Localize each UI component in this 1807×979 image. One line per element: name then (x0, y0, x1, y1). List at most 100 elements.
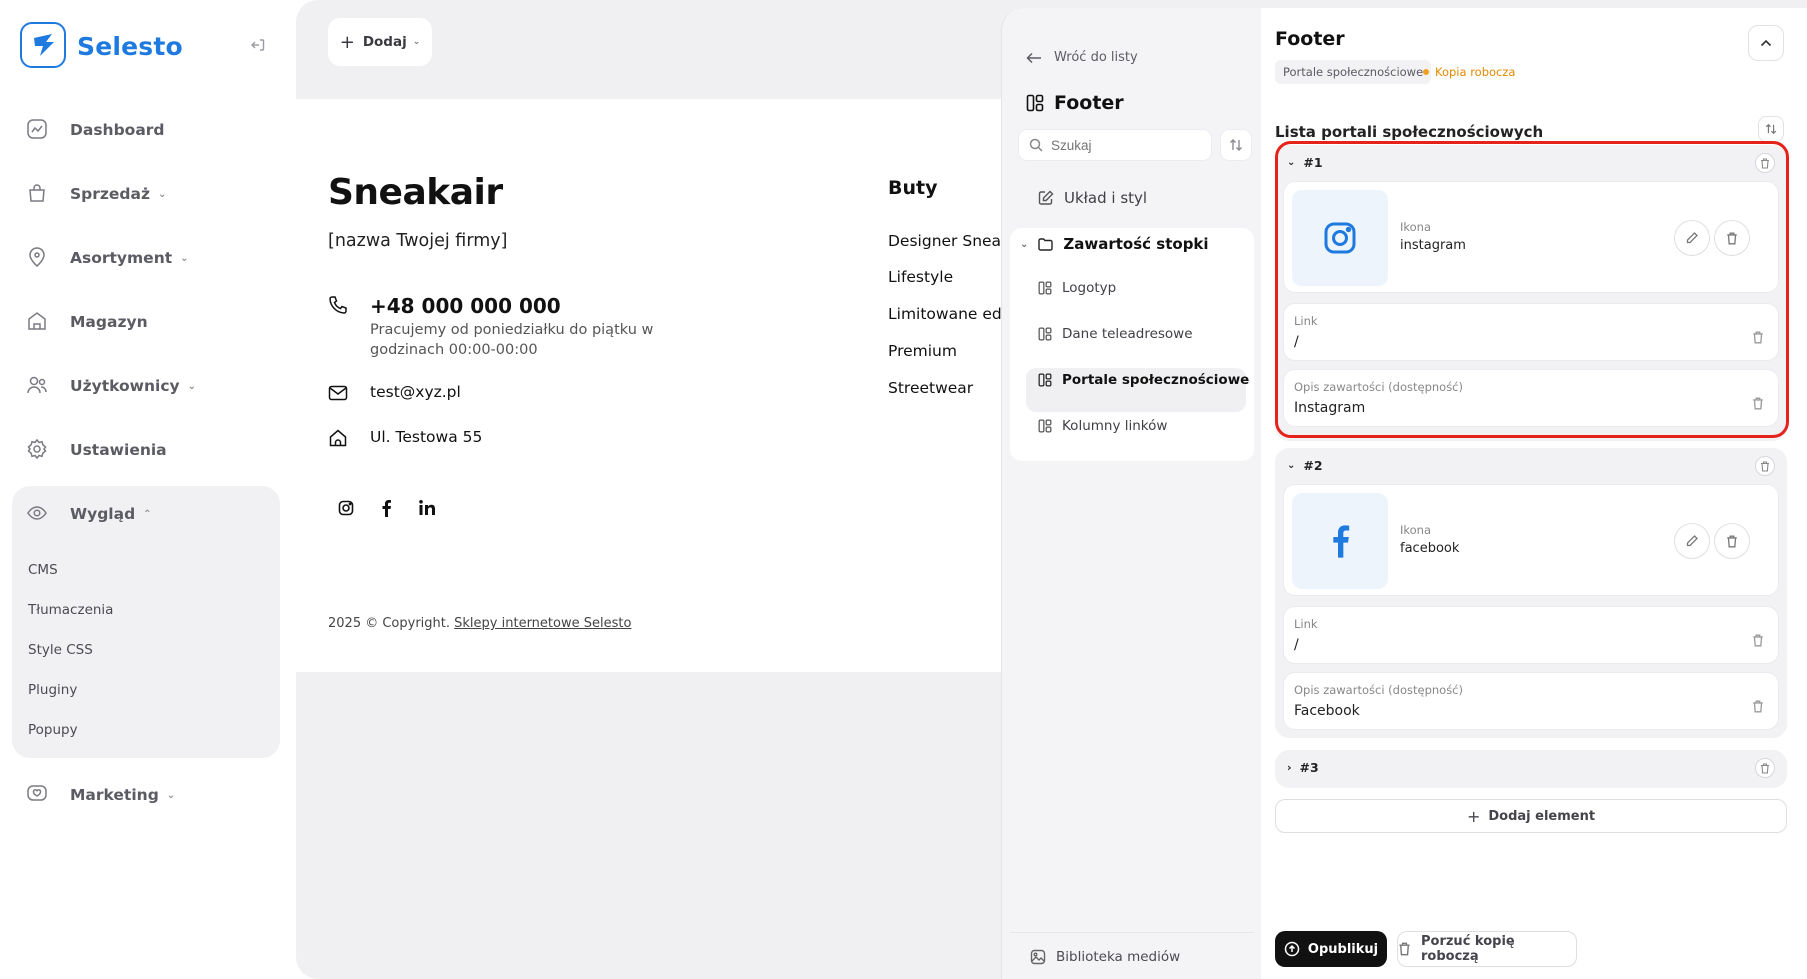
edit-icon-button[interactable] (1674, 523, 1710, 559)
link-field[interactable]: Link / (1283, 606, 1779, 664)
add-element-button[interactable]: + Dodaj element (1275, 799, 1787, 833)
link-field[interactable]: Link / (1283, 303, 1779, 361)
linkedin-icon[interactable] (418, 499, 436, 517)
item-toggle[interactable]: ⌄ #2 (1287, 458, 1323, 473)
trash-icon (1726, 535, 1738, 548)
sort-button[interactable] (1220, 129, 1252, 161)
warehouse-icon (26, 310, 50, 334)
sidebar-subitem-tlumaczenia[interactable]: Tłumaczenia (28, 602, 113, 618)
media-library-link[interactable]: Biblioteka mediów (1030, 949, 1180, 965)
link-field-value[interactable]: / (1294, 334, 1299, 350)
outline-item-label: Dane teleadresowe (1062, 326, 1193, 342)
outline-item-logotyp[interactable]: Logotyp (1038, 280, 1116, 296)
collapse-editor-button[interactable] (1748, 25, 1784, 61)
item-toggle[interactable]: ⌄ #1 (1287, 155, 1323, 170)
phone-number: +48 000 000 000 (370, 294, 561, 318)
add-button[interactable]: + Dodaj ⌄ (328, 18, 432, 66)
search-input[interactable] (1051, 137, 1201, 153)
column-link[interactable]: Lifestyle (888, 268, 953, 286)
trash-icon (1726, 232, 1738, 245)
chevron-down-icon: ⌄ (158, 188, 167, 200)
outline-item-kolumny-linkow[interactable]: Kolumny linków (1038, 418, 1167, 434)
outline-item-label: Układ i styl (1064, 189, 1148, 207)
chevron-up-icon: ⌃ (143, 508, 152, 520)
icon-field-label: Ikona (1400, 523, 1432, 537)
instagram-icon[interactable] (338, 500, 354, 516)
outline-item-portale-spolecznosciowe[interactable]: Portale społecznościowe (1038, 372, 1249, 388)
delete-item-button[interactable] (1755, 758, 1775, 778)
column-link[interactable]: Premium (888, 342, 957, 360)
copyright: 2025 © Copyright. Sklepy internetowe Sel… (328, 616, 631, 631)
discard-draft-button[interactable]: Porzuć kopię roboczą (1397, 931, 1577, 967)
item-number: #3 (1299, 760, 1319, 775)
chevron-right-icon: › (1287, 761, 1292, 774)
outline-item-dane-teleadresowe[interactable]: Dane teleadresowe (1038, 326, 1193, 342)
chevron-down-icon: ⌄ (1287, 157, 1296, 168)
sidebar-item-label: Ustawienia (70, 441, 167, 459)
sort-items-button[interactable] (1758, 116, 1784, 142)
sidebar-item-ustawienia[interactable]: Ustawienia (26, 434, 167, 466)
sidebar-item-label: Magazyn (70, 313, 148, 331)
draft-status-label: Kopia robocza (1435, 65, 1516, 79)
remove-icon-button[interactable] (1714, 220, 1750, 256)
delete-item-button[interactable] (1755, 153, 1775, 173)
sidebar-item-asortyment[interactable]: Asortyment ⌄ (26, 242, 189, 274)
plus-icon: + (1466, 806, 1481, 826)
sidebar-subitem-pluginy[interactable]: Pluginy (28, 682, 77, 698)
upload-icon (1284, 941, 1300, 957)
trash-icon (1760, 762, 1770, 774)
back-to-list-link[interactable]: Wróć do listy (1026, 50, 1138, 65)
collapse-sidebar-icon[interactable] (250, 37, 266, 53)
outline-item-content[interactable]: ⌄ Zawartość stopki (1020, 235, 1209, 253)
sidebar-item-magazyn[interactable]: Magazyn (26, 306, 148, 338)
eye-icon (26, 502, 50, 526)
sidebar-item-label: Asortyment (70, 249, 173, 267)
copyright-link[interactable]: Sklepy internetowe Selesto (454, 616, 631, 631)
company-name: Sneakair (328, 172, 503, 213)
sidebar-subitem-popupy[interactable]: Popupy (28, 722, 78, 738)
item-toggle[interactable]: › #3 (1287, 760, 1319, 775)
sidebar-subitem-style-css[interactable]: Style CSS (28, 642, 93, 658)
layout-grid-icon (1038, 327, 1052, 341)
remove-icon-button[interactable] (1714, 523, 1750, 559)
link-column-title: Buty (888, 177, 938, 199)
icon-field-value: instagram (1400, 238, 1466, 253)
description-field-label: Opis zawartości (dostępność) (1294, 683, 1463, 697)
selesto-logo-icon[interactable] (20, 22, 66, 68)
description-field-value[interactable]: Instagram (1294, 400, 1365, 416)
outline-item-layout[interactable]: Układ i styl (1038, 189, 1147, 207)
description-field-value[interactable]: Facebook (1294, 703, 1360, 719)
publish-button[interactable]: Opublikuj (1275, 931, 1387, 967)
clear-field-trash-icon[interactable] (1752, 700, 1764, 713)
column-link[interactable]: Streetwear (888, 379, 973, 397)
outline-search[interactable] (1018, 129, 1212, 161)
sidebar-item-wyglad[interactable]: Wygląd ⌃ (26, 498, 152, 530)
item-number: #1 (1303, 155, 1323, 170)
facebook-icon (1292, 493, 1388, 589)
sidebar-item-sprzedaz[interactable]: Sprzedaż ⌄ (26, 178, 166, 210)
clear-field-trash-icon[interactable] (1752, 397, 1764, 410)
outline-item-label: Portale społecznościowe (1062, 372, 1250, 388)
description-field[interactable]: Opis zawartości (dostępność) Facebook (1283, 672, 1779, 730)
clear-field-trash-icon[interactable] (1752, 634, 1764, 647)
outline-panel: Wróć do listy Footer Układ i styl ⌄ Zawa… (1001, 8, 1261, 979)
chevron-down-icon: ⌄ (166, 789, 176, 801)
sidebar-subitem-cms[interactable]: CMS (28, 562, 58, 578)
copyright-text: 2025 © Copyright. (328, 616, 451, 631)
clear-field-trash-icon[interactable] (1752, 331, 1764, 344)
trash-icon (1760, 157, 1770, 169)
social-item-2: ⌄ #2 Ikona facebook Link / Opis zawartoś… (1275, 448, 1787, 738)
sidebar-item-dashboard[interactable]: Dashboard (26, 114, 165, 146)
link-field-value[interactable]: / (1294, 637, 1299, 653)
add-button-label: Dodaj (362, 34, 407, 50)
publish-label: Opublikuj (1307, 941, 1379, 957)
section-title: Lista portali społecznościowych (1275, 123, 1544, 141)
facebook-icon[interactable] (380, 499, 392, 517)
arrow-left-icon (1026, 52, 1042, 64)
logo-text[interactable]: Selesto (77, 32, 183, 61)
description-field[interactable]: Opis zawartości (dostępność) Instagram (1283, 369, 1779, 427)
edit-icon-button[interactable] (1674, 220, 1710, 256)
delete-item-button[interactable] (1755, 456, 1775, 476)
sidebar-item-marketing[interactable]: Marketing ⌄ (26, 779, 175, 811)
sidebar-item-uzytkownicy[interactable]: Użytkownicy ⌄ (26, 370, 196, 402)
